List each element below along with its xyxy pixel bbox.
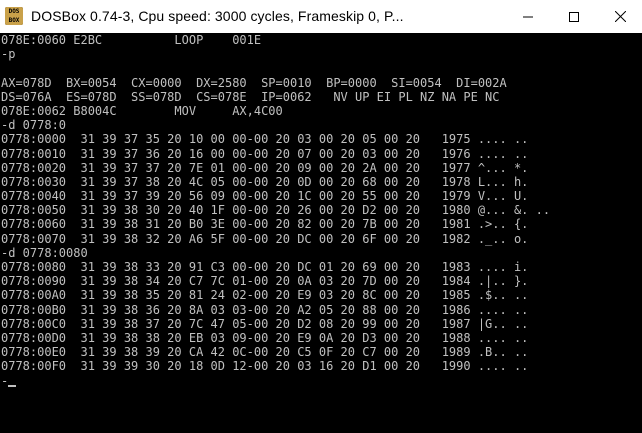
console-line: 0778:0000 31 39 37 35 20 10 00 00-00 20 …	[1, 132, 529, 147]
console-line: 0778:0010 31 39 37 36 20 16 00 00-00 20 …	[1, 146, 529, 161]
console-line: 0778:0070 31 39 38 32 20 A6 5F 00-00 20 …	[1, 231, 529, 246]
console-line: 0778:0060 31 39 38 31 20 B0 3E 00-00 20 …	[1, 217, 529, 232]
console-line: AX=078D BX=0054 CX=0000 DX=2580 SP=0010 …	[1, 75, 507, 90]
title-bar[interactable]: DOS BOX DOSBox 0.74-3, Cpu speed: 3000 c…	[0, 0, 642, 33]
console-line: 0778:0090 31 39 38 34 20 C7 7C 01-00 20 …	[1, 274, 529, 289]
dosbox-icon: DOS BOX	[5, 7, 23, 25]
console-line: 0778:00A0 31 39 38 35 20 81 24 02-00 20 …	[1, 288, 529, 303]
dosbox-icon-label: DOS BOX	[5, 7, 23, 25]
console-line: -d 0778:0	[1, 118, 67, 133]
dos-console[interactable]: 078E:0060 E2BC LOOP 001E -p AX=078D BX=005…	[0, 33, 642, 433]
console-line: 078E:0060 E2BC LOOP 001E	[1, 33, 262, 47]
console-line: 0778:00D0 31 39 38 38 20 EB 03 09-00 20 …	[1, 330, 529, 345]
console-output: 078E:0060 E2BC LOOP 001E -p AX=078D BX=005…	[1, 33, 550, 388]
console-line: 0778:0020 31 39 37 37 20 7E 01 00-00 20 …	[1, 160, 529, 175]
console-line: 078E:0062 B8004C MOV AX,4C00	[1, 103, 283, 118]
console-line: 0778:0030 31 39 37 38 20 4C 05 00-00 20 …	[1, 174, 529, 189]
console-line: -d 0778:0080	[1, 245, 88, 260]
console-line: 0778:00B0 31 39 38 36 20 8A 03 03-00 20 …	[1, 302, 529, 317]
text-cursor	[8, 384, 17, 387]
console-line: DS=076A ES=078D SS=078D CS=078E IP=0062 …	[1, 89, 500, 104]
maximize-button[interactable]	[551, 0, 597, 33]
dosbox-window: DOS BOX DOSBox 0.74-3, Cpu speed: 3000 c…	[0, 0, 642, 433]
console-line: 0778:00F0 31 39 39 30 20 18 0D 12-00 20 …	[1, 359, 529, 374]
console-line: -	[1, 374, 550, 388]
minimize-button[interactable]	[505, 0, 551, 33]
maximize-icon	[569, 11, 579, 22]
console-line: 0778:0040 31 39 37 39 20 56 09 00-00 20 …	[1, 189, 529, 204]
close-icon	[614, 11, 626, 22]
console-line: 0778:00C0 31 39 38 37 20 7C 47 05-00 20 …	[1, 316, 529, 331]
console-line: 0778:0080 31 39 38 33 20 91 C3 00-00 20 …	[1, 260, 529, 274]
console-line: -p	[1, 47, 16, 62]
console-line: 0778:00E0 31 39 38 39 20 CA 42 0C-00 20 …	[1, 345, 529, 360]
minimize-icon	[523, 16, 533, 17]
close-button[interactable]	[597, 0, 642, 33]
console-line: 0778:0050 31 39 38 30 20 40 1F 00-00 20 …	[1, 203, 551, 218]
window-title: DOSBox 0.74-3, Cpu speed: 3000 cycles, F…	[31, 8, 404, 24]
